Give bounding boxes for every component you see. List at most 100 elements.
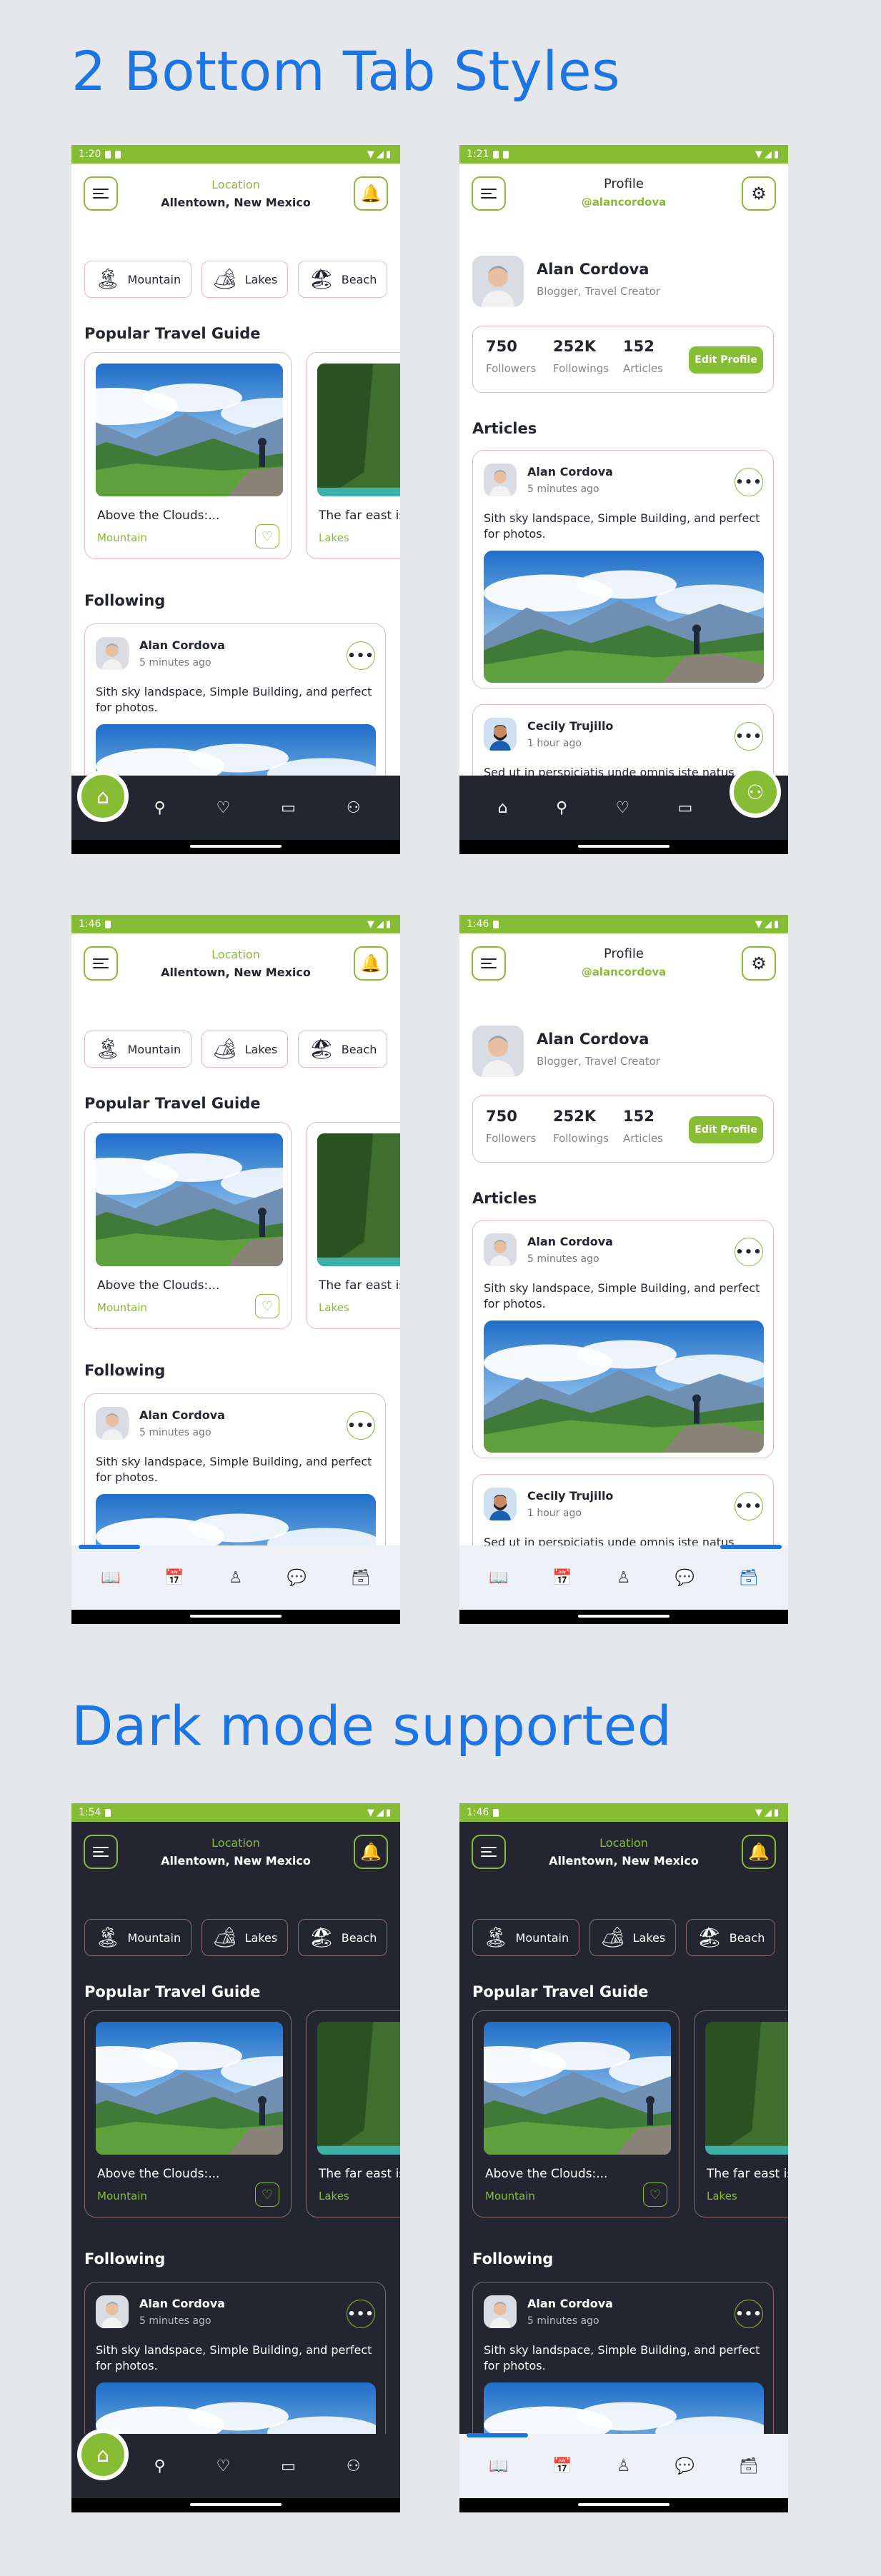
stat-value: 750 xyxy=(486,1108,517,1125)
heart-icon[interactable]: ♡ xyxy=(216,799,230,817)
guide-category: Mountain xyxy=(97,531,147,544)
heart-icon[interactable]: ♡ xyxy=(643,2182,667,2207)
article-time: 1 hour ago xyxy=(527,738,582,749)
archive-icon[interactable]: 🗃 xyxy=(739,2457,759,2475)
guide-title: Above the Clouds:... xyxy=(97,2167,220,2181)
notifications-button[interactable]: 🔔 xyxy=(742,1835,776,1869)
guide-card[interactable]: Above the Clouds:... Mountain ♡ xyxy=(472,2010,680,2217)
chip-mountain[interactable]: 🏝 Mountain xyxy=(84,1919,192,1956)
heart-icon[interactable]: ♡ xyxy=(255,524,279,548)
location-label: Location xyxy=(211,948,260,961)
chat-icon[interactable]: ▭ xyxy=(678,799,693,817)
book-icon[interactable]: 📖 xyxy=(489,2457,508,2475)
edit-profile-button[interactable]: Edit Profile xyxy=(689,346,763,374)
home-icon[interactable]: ⌂ xyxy=(77,771,129,822)
guide-title: Above the Clouds:... xyxy=(97,1278,220,1293)
more-icon[interactable]: ••• xyxy=(735,1238,763,1266)
user-icon[interactable]: ⚇ xyxy=(347,799,361,817)
more-icon[interactable]: ••• xyxy=(735,722,763,751)
article-card[interactable]: Alan Cordova 5 minutes ago ••• Sith sky … xyxy=(472,450,774,688)
chip-beach[interactable]: 🏖 Beach xyxy=(298,1031,388,1068)
settings-button[interactable]: ⚙ xyxy=(742,946,776,981)
home-icon[interactable]: ⌂ xyxy=(77,2429,129,2480)
phone-profile-tab2: 1:46 ▼◢▮ Profile @alancordova ⚙ Alan Cordo… xyxy=(459,915,788,1624)
guide-card[interactable]: The far east is Lakes xyxy=(694,2010,788,2217)
chip-beach[interactable]: 🏖 Beach xyxy=(298,261,388,298)
article-card[interactable]: Alan Cordova 5 minutes ago ••• Sith sky … xyxy=(472,1220,774,1458)
status-time: 1:54 xyxy=(79,1807,101,1818)
search-icon[interactable]: ⚲ xyxy=(154,799,165,817)
guide-card[interactable]: The far east is Lakes xyxy=(306,1122,400,1329)
stat-label: Followers xyxy=(486,362,537,375)
edit-profile-button[interactable]: Edit Profile xyxy=(689,1116,763,1143)
chat-icon[interactable]: ▭ xyxy=(281,799,296,817)
user-icon[interactable]: ⚇ xyxy=(730,766,781,818)
guide-card[interactable]: The far east is Lakes xyxy=(306,2010,400,2217)
chip-mountain[interactable]: 🏝 Mountain xyxy=(84,1031,192,1068)
chip-label: Lakes xyxy=(632,1930,666,1945)
chip-lakes[interactable]: 🏕 Lakes xyxy=(201,261,289,298)
chip-lakes[interactable]: 🏕 Lakes xyxy=(589,1919,677,1956)
more-icon[interactable]: ••• xyxy=(735,468,763,496)
guide-category: Lakes xyxy=(319,1301,349,1314)
message-icon[interactable]: 💬 xyxy=(675,2457,695,2475)
chip-lakes[interactable]: 🏕 Lakes xyxy=(201,1919,289,1956)
bell-icon: 🔔 xyxy=(748,1842,770,1862)
location-value[interactable]: Allentown, New Mexico xyxy=(71,966,400,979)
location-value[interactable]: Allentown, New Mexico xyxy=(459,1854,788,1868)
search-icon[interactable]: ⚲ xyxy=(556,799,567,817)
location-value[interactable]: Allentown, New Mexico xyxy=(71,1854,400,1868)
archive-icon[interactable]: 🗃 xyxy=(739,1569,759,1587)
calendar-icon[interactable]: 📅 xyxy=(552,1569,572,1587)
bottom-tab-bar: 📖 📅 ♙ 💬 🗃 xyxy=(459,2434,788,2498)
heart-icon[interactable]: ♡ xyxy=(216,2457,230,2475)
book-icon[interactable]: 📖 xyxy=(489,1569,508,1587)
chip-mountain[interactable]: 🏝 Mountain xyxy=(472,1919,580,1956)
post-author: Alan Cordova xyxy=(139,638,225,652)
award-icon[interactable]: ♙ xyxy=(617,1569,631,1587)
award-icon[interactable]: ♙ xyxy=(229,1569,243,1587)
mountain-icon: 🏝 xyxy=(95,1037,121,1061)
heart-icon[interactable]: ♡ xyxy=(255,2182,279,2207)
more-icon[interactable]: ••• xyxy=(347,641,375,670)
guide-card[interactable]: Above the Clouds:... Mountain ♡ xyxy=(84,2010,292,2217)
search-icon[interactable]: ⚲ xyxy=(154,2457,165,2475)
book-icon[interactable]: 📖 xyxy=(101,1569,120,1587)
message-icon[interactable]: 💬 xyxy=(675,1569,695,1587)
notifications-button[interactable]: 🔔 xyxy=(354,946,388,981)
chip-label: Lakes xyxy=(244,272,278,286)
chip-label: Lakes xyxy=(244,1042,278,1056)
chip-mountain[interactable]: 🏝 Mountain xyxy=(84,261,192,298)
user-icon[interactable]: ⚇ xyxy=(347,2457,361,2475)
more-icon[interactable]: ••• xyxy=(735,1492,763,1520)
location-label: Location xyxy=(599,1836,648,1850)
chip-beach[interactable]: 🏖 Beach xyxy=(686,1919,776,1956)
award-icon[interactable]: ♙ xyxy=(617,2457,631,2475)
guide-card[interactable]: Above the Clouds:... Mountain ♡ xyxy=(84,1122,292,1329)
heart-icon[interactable]: ♡ xyxy=(615,799,629,817)
bell-icon: 🔔 xyxy=(360,184,382,204)
stat-value: 252K xyxy=(553,338,597,355)
home-icon[interactable]: ⌂ xyxy=(498,799,508,817)
stats-card: 750 Followers 252K Followings 152 Articles … xyxy=(472,326,774,393)
chip-beach[interactable]: 🏖 Beach xyxy=(298,1919,388,1956)
more-icon[interactable]: ••• xyxy=(347,2300,375,2328)
notifications-button[interactable]: 🔔 xyxy=(354,1835,388,1869)
more-icon[interactable]: ••• xyxy=(347,1411,375,1440)
articles-title: Articles xyxy=(472,1190,537,1207)
status-bar: 1:21 ▼◢▮ xyxy=(459,145,788,164)
notifications-button[interactable]: 🔔 xyxy=(354,176,388,211)
chip-lakes[interactable]: 🏕 Lakes xyxy=(201,1031,289,1068)
guide-card[interactable]: Above the Clouds:... Mountain ♡ xyxy=(84,352,292,559)
message-icon[interactable]: 💬 xyxy=(287,1569,307,1587)
guide-card[interactable]: The far east is Lakes xyxy=(306,352,400,559)
chat-icon[interactable]: ▭ xyxy=(281,2457,296,2475)
article-author: Alan Cordova xyxy=(527,1235,613,1248)
calendar-icon[interactable]: 📅 xyxy=(164,1569,184,1587)
calendar-icon[interactable]: 📅 xyxy=(552,2457,572,2475)
location-value[interactable]: Allentown, New Mexico xyxy=(71,196,400,209)
settings-button[interactable]: ⚙ xyxy=(742,176,776,211)
archive-icon[interactable]: 🗃 xyxy=(351,1569,371,1587)
more-icon[interactable]: ••• xyxy=(735,2300,763,2328)
heart-icon[interactable]: ♡ xyxy=(255,1294,279,1318)
